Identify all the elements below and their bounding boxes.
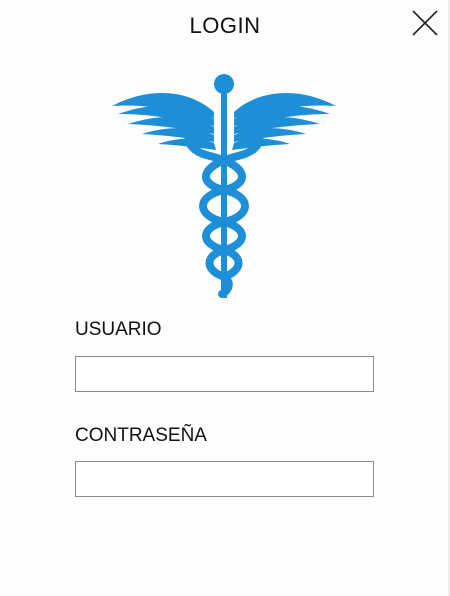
app-logo [110, 72, 338, 300]
page-title: LOGIN [189, 13, 261, 38]
username-field[interactable] [75, 356, 374, 392]
close-x-icon [412, 10, 438, 36]
login-screen: LOGIN USUARIO CONTRASEÑA [0, 0, 450, 596]
password-field[interactable] [75, 461, 374, 497]
caduceus-icon [112, 74, 336, 298]
close-button[interactable] [410, 8, 440, 38]
password-label: CONTRASEÑA [75, 425, 207, 446]
username-label: USUARIO [75, 319, 162, 340]
